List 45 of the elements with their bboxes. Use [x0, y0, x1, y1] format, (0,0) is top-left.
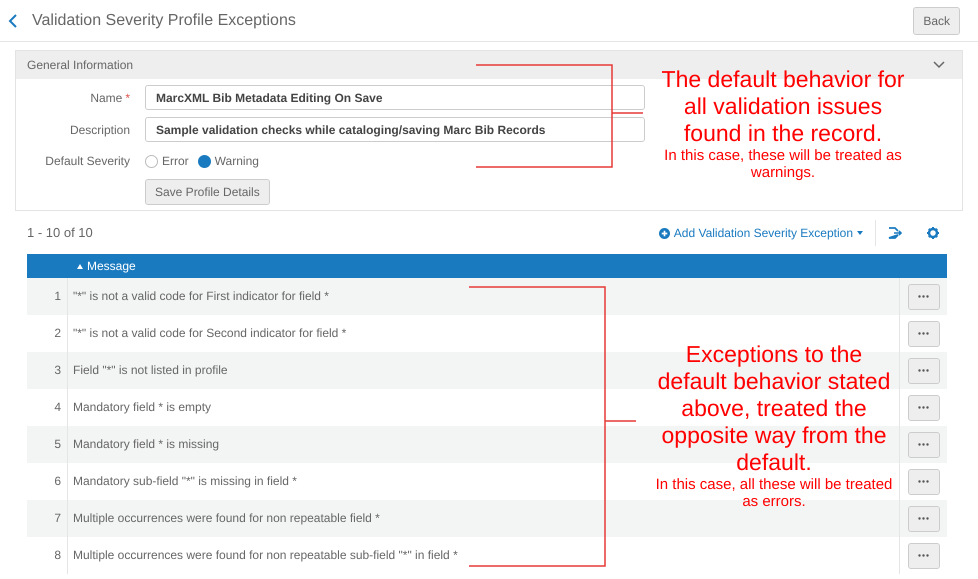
results-count: 1 - 10 of 10 [27, 224, 93, 242]
more-icon [918, 332, 929, 335]
row-actions-button[interactable] [908, 284, 940, 310]
save-profile-button[interactable]: Save Profile Details [145, 179, 270, 205]
required-marker: * [125, 90, 130, 106]
text-field[interactable]: Sample validation checks while cataloging/saving Marc Bib Records [145, 117, 645, 142]
row-actions-button[interactable] [908, 358, 940, 384]
field-label: Description [70, 122, 130, 138]
row-actions-button[interactable] [908, 432, 940, 458]
plus-circle-icon [658, 228, 670, 238]
field-label: Name [90, 90, 122, 106]
more-icon [918, 517, 929, 520]
annotation-heading: The default behavior for all validation issues found in the record. [660, 66, 906, 147]
annotation-note: In this case, these will be treated as warnings. [663, 147, 903, 181]
row-actions-button[interactable] [908, 542, 940, 568]
annotation-note: In this case, all these will be treated as errors. [654, 476, 894, 510]
back-icon[interactable] [8, 14, 18, 28]
caret-icon [857, 231, 863, 235]
radio-button[interactable] [198, 154, 211, 168]
text-field[interactable]: MarcXML Bib Metadata Editing On Save [145, 85, 645, 110]
row-actions-button[interactable] [908, 506, 940, 532]
settings-icon[interactable] [927, 227, 939, 239]
section-title: General Information [27, 57, 134, 74]
more-icon [918, 369, 929, 372]
row-actions-button[interactable] [908, 468, 940, 494]
radio-label: Error [162, 153, 189, 170]
add-exception-button[interactable]: Add Validation Severity Exception [658, 224, 863, 242]
sort-ascending-icon [77, 264, 83, 268]
more-icon [918, 480, 929, 483]
table-cell: Multiple occurrences were found for non repeatable sub-field "*" in field * [68, 537, 900, 574]
field-label: Default Severity [44, 153, 130, 170]
row-actions-button[interactable] [908, 320, 940, 346]
radio-label: Warning [214, 153, 259, 170]
back-button[interactable]: Back [913, 6, 960, 34]
export-icon[interactable] [888, 227, 902, 239]
chevron-down-icon[interactable] [933, 61, 945, 69]
more-icon [918, 554, 929, 557]
column-header[interactable]: Message [77, 257, 136, 275]
more-icon [918, 295, 929, 298]
more-icon [918, 443, 929, 446]
more-icon [918, 406, 929, 409]
row-number: 8 [27, 537, 68, 574]
radio-button[interactable] [145, 154, 158, 168]
page-title: Validation Severity Profile Exceptions [32, 10, 296, 30]
row-actions-button[interactable] [908, 394, 940, 420]
